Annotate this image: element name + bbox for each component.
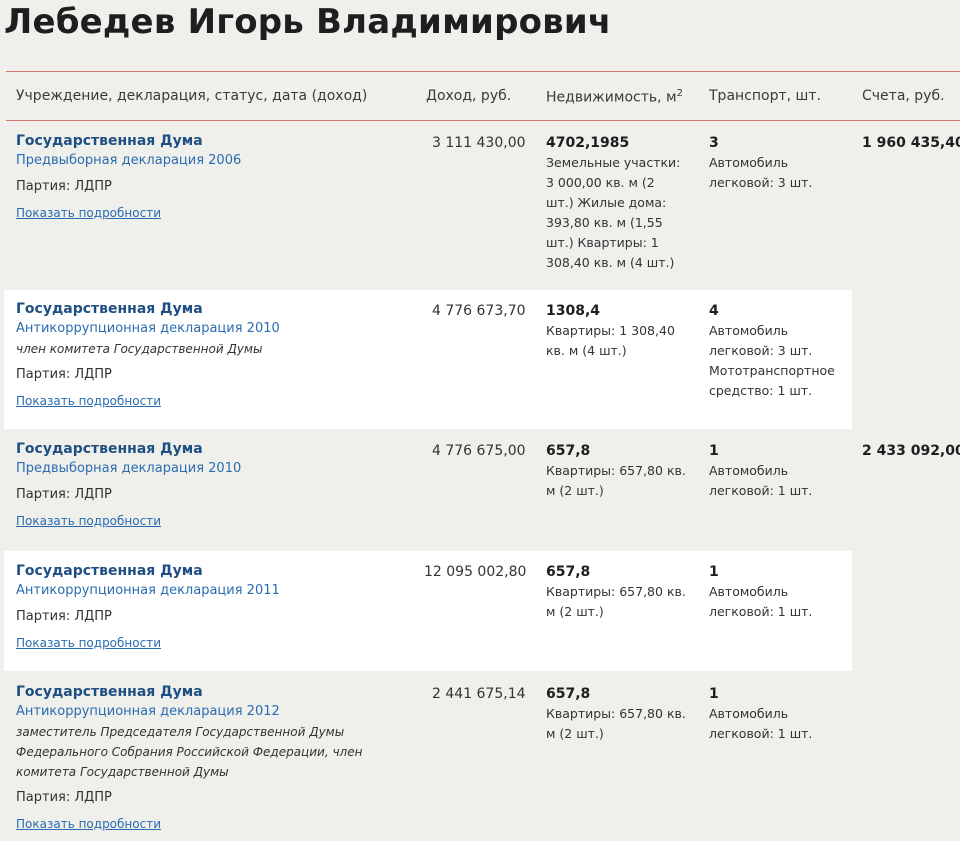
declaration-name: Антикоррупционная декларация 2010	[16, 321, 280, 336]
realty-cell: 657,8 Квартиры: 657,80 кв. м (2 шт.)	[546, 441, 686, 501]
transport-details: Автомобиль легковой: 3 шт.	[709, 155, 813, 190]
realty-details: Квартиры: 657,80 кв. м (2 шт.)	[546, 584, 686, 619]
transport-cell: 4 Автомобиль легковой: 3 шт. Мототранспо…	[709, 301, 849, 401]
institution-cell: Государственная Дума Антикоррупционная д…	[16, 299, 280, 411]
transport-cell: 1 Автомобиль легковой: 1 шт.	[709, 684, 849, 744]
party-label: Партия: ЛДПР	[16, 367, 112, 382]
table-row: Государственная Дума Антикоррупционная д…	[4, 672, 960, 841]
realty-details: Квартиры: 1 308,40 кв. м (4 шт.)	[546, 323, 675, 358]
income-value: 4 776 675,00	[432, 443, 526, 459]
table-row: Государственная Дума Антикоррупционная д…	[4, 290, 960, 429]
party-label: Партия: ЛДПР	[16, 179, 112, 194]
realty-cell: 657,8 Квартиры: 657,80 кв. м (2 шт.)	[546, 684, 686, 744]
realty-total: 4702,1985	[546, 135, 630, 151]
page-title: Лебедев Игорь Владимирович	[4, 2, 612, 42]
party-label: Партия: ЛДПР	[16, 790, 112, 805]
institution-name: Государственная Дума	[16, 301, 203, 317]
realty-total: 1308,4	[546, 303, 601, 319]
transport-total: 1	[709, 686, 719, 702]
realty-details: Квартиры: 657,80 кв. м (2 шт.)	[546, 706, 686, 741]
transport-details: Автомобиль легковой: 1 шт.	[709, 584, 813, 619]
income-value: 4 776 673,70	[432, 303, 526, 319]
income-value: 12 095 002,80	[424, 564, 527, 580]
transport-details: Автомобиль легковой: 1 шт.	[709, 706, 813, 741]
table-row: Государственная Дума Предвыборная деклар…	[4, 430, 960, 550]
realty-total: 657,8	[546, 443, 591, 459]
column-header-institution: Учреждение, декларация, статус, дата (до…	[16, 88, 368, 104]
show-details-link[interactable]: Показать подробности	[16, 814, 386, 834]
column-header-accounts: Счета, руб.	[862, 88, 945, 104]
column-header-transport: Транспорт, шт.	[709, 88, 821, 104]
column-header-realty-label: Недвижимость, м	[546, 89, 677, 106]
transport-cell: 1 Автомобиль легковой: 1 шт.	[709, 562, 849, 622]
realty-cell: 657,8 Квартиры: 657,80 кв. м (2 шт.)	[546, 562, 686, 622]
declaration-name: Антикоррупционная декларация 2012	[16, 704, 280, 719]
table-row: Государственная Дума Предвыборная деклар…	[4, 121, 960, 289]
institution-cell: Государственная Дума Антикоррупционная д…	[16, 682, 386, 834]
institution-name: Государственная Дума	[16, 441, 203, 457]
institution-name: Государственная Дума	[16, 563, 203, 579]
institution-name: Государственная Дума	[16, 133, 203, 149]
role-text: член комитета Государственной Думы	[16, 342, 263, 356]
column-header-income: Доход, руб.	[426, 88, 512, 104]
realty-cell: 4702,1985 Земельные участки: 3 000,00 кв…	[546, 133, 686, 273]
column-header-realty: Недвижимость, м2	[546, 88, 683, 106]
institution-name: Государственная Дума	[16, 684, 203, 700]
transport-total: 1	[709, 564, 719, 580]
party-label: Партия: ЛДПР	[16, 609, 112, 624]
transport-total: 1	[709, 443, 719, 459]
transport-total: 3	[709, 135, 719, 151]
transport-cell: 1 Автомобиль легковой: 1 шт.	[709, 441, 849, 501]
accounts-value: 1 960 435,40	[862, 135, 960, 151]
show-details-link[interactable]: Показать подробности	[16, 633, 280, 653]
declaration-name: Антикоррупционная декларация 2011	[16, 583, 280, 598]
show-details-link[interactable]: Показать подробности	[16, 391, 280, 411]
declaration-name: Предвыборная декларация 2006	[16, 153, 242, 168]
transport-details: Автомобиль легковой: 3 шт. Мототранспорт…	[709, 323, 835, 398]
realty-details: Земельные участки: 3 000,00 кв. м (2 шт.…	[546, 155, 681, 270]
column-header-realty-sup: 2	[676, 88, 683, 99]
income-value: 2 441 675,14	[432, 686, 526, 702]
realty-total: 657,8	[546, 564, 591, 580]
realty-details: Квартиры: 657,80 кв. м (2 шт.)	[546, 463, 686, 498]
role-text: заместитель Председателя Государственной…	[16, 725, 363, 779]
institution-cell: Государственная Дума Антикоррупционная д…	[16, 561, 280, 653]
show-details-link[interactable]: Показать подробности	[16, 511, 241, 531]
header-top-rule	[6, 71, 960, 72]
institution-cell: Государственная Дума Предвыборная деклар…	[16, 439, 241, 531]
transport-total: 4	[709, 303, 719, 319]
realty-cell: 1308,4 Квартиры: 1 308,40 кв. м (4 шт.)	[546, 301, 686, 361]
institution-cell: Государственная Дума Предвыборная деклар…	[16, 131, 241, 223]
party-label: Партия: ЛДПР	[16, 487, 112, 502]
realty-total: 657,8	[546, 686, 591, 702]
transport-cell: 3 Автомобиль легковой: 3 шт.	[709, 133, 849, 193]
declaration-name: Предвыборная декларация 2010	[16, 461, 242, 476]
table-row: Государственная Дума Антикоррупционная д…	[4, 551, 960, 671]
show-details-link[interactable]: Показать подробности	[16, 203, 241, 223]
transport-details: Автомобиль легковой: 1 шт.	[709, 463, 813, 498]
accounts-value: 2 433 092,00	[862, 443, 960, 459]
income-value: 3 111 430,00	[432, 135, 526, 151]
